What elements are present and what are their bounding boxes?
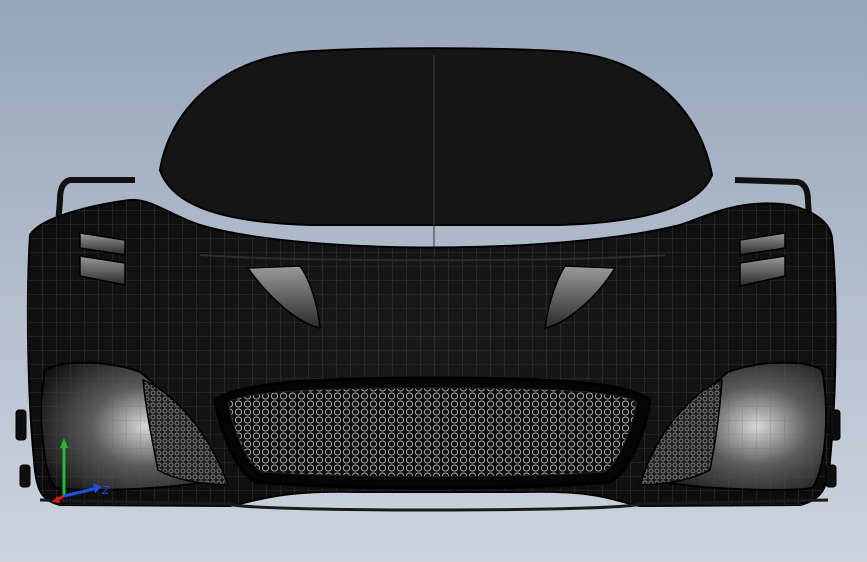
z-axis-head <box>93 483 102 493</box>
y-axis-head <box>60 438 68 448</box>
right-wheel-stub-upper <box>829 409 841 441</box>
graphics-viewport[interactable]: Z <box>0 0 867 562</box>
z-axis-label: Z <box>101 484 110 497</box>
cabin-roof <box>158 47 714 226</box>
z-axis-arrow <box>63 486 99 498</box>
main-grille <box>227 387 638 477</box>
right-wheel-stub-lower <box>825 464 837 488</box>
car-model[interactable] <box>0 0 867 562</box>
left-wheel-stub-lower <box>19 464 31 488</box>
orientation-triad[interactable]: Z <box>40 436 120 516</box>
left-wheel-stub-upper <box>15 409 27 441</box>
